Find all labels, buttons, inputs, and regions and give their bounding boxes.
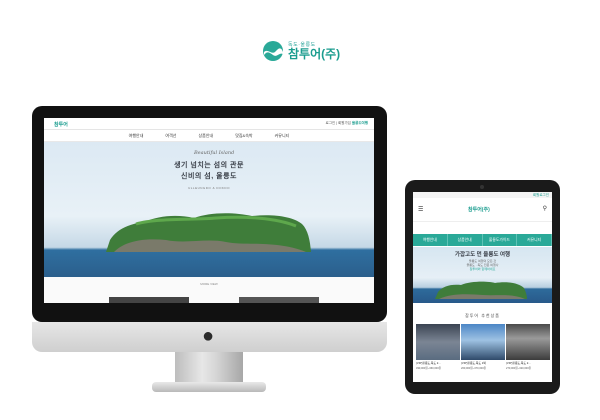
desktop-site-logo[interactable]: 참투어 — [54, 121, 68, 128]
desktop-product-thumb[interactable] — [109, 297, 189, 303]
desktop-lower-section — [44, 277, 374, 303]
desktop-site-screen: 참투어 로그인 | 회원가입 울릉도여행 여행안내 여객선 상품안내 맛집&숙박… — [44, 118, 374, 303]
recommended-section-title: 참투어 추천상품 — [465, 313, 500, 318]
tab-travel-info[interactable]: 여행안내 — [413, 234, 448, 246]
hero-script-title: Beautiful Island — [194, 150, 235, 156]
tab-guide[interactable]: 울릉도가이드 — [483, 234, 518, 246]
tab-products[interactable]: 상품안내 — [448, 234, 483, 246]
product-price-1: 330,000원~360,000원 — [416, 367, 442, 370]
apple-icon: ● — [201, 325, 215, 347]
desktop-main-nav: 여행안내 여객선 상품안내 맛집&숙박 커뮤니티 — [44, 130, 374, 142]
hero-headline-1: 생기 넘치는 섬의 관문 — [174, 162, 244, 169]
util-links-text[interactable]: 로그인 | 회원가입 — [326, 121, 351, 125]
product-price-2: 260,000원~370,000원 — [461, 367, 487, 370]
product-price-3: 270,000원~320,000원 — [506, 367, 532, 370]
imac-base — [152, 382, 266, 392]
hero-subline: ULLEUNGDO & DOKDO — [188, 186, 230, 190]
nav-item-food-stay[interactable]: 맛집&숙박 — [235, 133, 252, 141]
product-thumb-1[interactable] — [416, 324, 460, 360]
product-thumb-2[interactable] — [461, 324, 505, 360]
product-caption-2[interactable]: (VIP)울릉도,독도 1박 — [461, 361, 505, 365]
tablet-hero-sub-3: 참투어와 함께하세요 — [469, 267, 496, 271]
nav-item-community[interactable]: 커뮤니티 — [275, 133, 290, 141]
search-icon[interactable]: ⚲ — [543, 205, 547, 212]
island-image — [106, 213, 311, 252]
desktop-product-thumb[interactable] — [239, 297, 319, 303]
brand-name: 참투어(주) — [288, 46, 341, 61]
camera-icon — [480, 185, 484, 189]
hero-headline-2: 신비의 섬, 울릉도 — [181, 173, 237, 180]
showcase-stage: 독도·울릉도 참투어(주) 참투어 로그인 | 회원가입 울릉도여행 여행안내 … — [0, 0, 600, 420]
hamburger-icon[interactable]: ☰ — [418, 206, 423, 213]
imac-stand — [175, 352, 243, 384]
nav-item-products[interactable]: 상품안내 — [198, 133, 213, 141]
island-image — [435, 281, 527, 299]
product-thumb-3[interactable] — [506, 324, 550, 360]
tablet-tab-bar: 여행안내 상품안내 울릉도가이드 커뮤니티 — [413, 234, 552, 246]
tablet-hero-headline: 가깝고도 먼 울릉도 여행 — [454, 252, 511, 258]
nav-item-travel-info[interactable]: 여행안내 — [129, 133, 144, 141]
tablet-site-screen: 회원로그인 ☰ 참투어(주) ⚲ 여행안내 상품안내 울릉도가이드 커뮤니티 가… — [413, 192, 552, 382]
product-caption-3[interactable]: (VIP)울릉도,독도 2... — [506, 361, 550, 365]
desktop-topbar: 참투어 로그인 | 회원가입 울릉도여행 — [44, 118, 374, 130]
tab-community[interactable]: 커뮤니티 — [517, 234, 552, 246]
util-highlight-link[interactable]: 울릉도여행 — [352, 121, 368, 125]
nav-item-ferry[interactable]: 여객선 — [165, 133, 176, 141]
product-caption-1[interactable]: (VIP)울릉도,독도 2... — [416, 361, 460, 365]
wave-logo-icon — [263, 41, 283, 61]
tablet-site-logo[interactable]: 참투어(주) — [468, 206, 490, 213]
desktop-util-links[interactable]: 로그인 | 회원가입 울릉도여행 — [326, 121, 369, 126]
more-view-link[interactable]: MORE VIEW — [44, 282, 374, 286]
brand-logo: 독도·울릉도 참투어(주) — [262, 40, 340, 62]
